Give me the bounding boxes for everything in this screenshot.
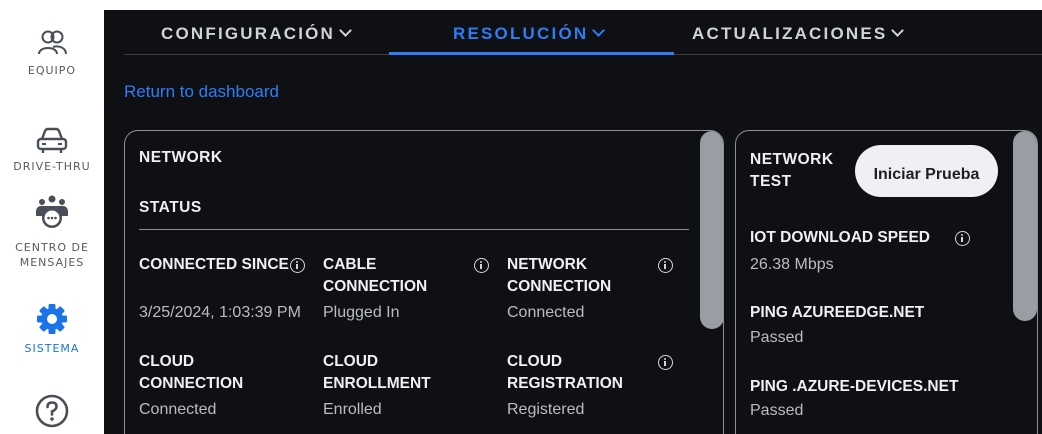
sidebar-item-label: SISTEMA [24,342,80,355]
sidebar-item-drive-thru[interactable]: DRIVE-THRU [0,126,104,174]
tab-configuracion[interactable]: CONFIGURACIÓN [161,24,352,54]
sidebar-item-label: CENTRO DE MENSAJES [15,241,89,269]
active-tab-indicator [389,52,674,55]
ping-azure-devices-label: PING .AZURE-DEVICES.NET [750,378,959,395]
tab-label: RESOLUCIÓN [453,24,589,43]
info-icon[interactable] [658,355,673,370]
team-icon [38,30,67,55]
network-test-card: NETWORK TEST Iniciar Prueba IOT DOWNLOAD… [735,130,1038,434]
return-to-dashboard-link[interactable]: Return to dashboard [124,82,279,102]
chevron-down-icon [891,24,905,37]
connected-since-label: CONNECTED SINCE [139,256,289,273]
car-icon [36,127,68,153]
main-panel: CONFIGURACIÓN RESOLUCIÓN ACTUALIZACIONES… [104,10,1042,434]
sidebar: EQUIPO DRIVE-THRU CENTRO DE MENSAJES SIS… [0,0,104,434]
help-icon [35,394,69,428]
cloud-connection-value: Connected [139,401,217,418]
sidebar-item-centro-de-mensajes[interactable]: CENTRO DE MENSAJES [0,194,104,270]
iot-download-speed-label: IOT DOWNLOAD SPEED [750,229,930,246]
tab-resolucion[interactable]: RESOLUCIÓN [453,24,606,54]
tab-label: ACTUALIZACIONES [692,24,888,43]
iot-download-speed-value: 26.38 Mbps [750,256,834,273]
connected-since-value: 3/25/2024, 1:03:39 PM [139,304,301,321]
network-test-title: NETWORK TEST [750,151,834,190]
tab-actualizaciones[interactable]: ACTUALIZACIONES [692,24,905,54]
info-icon[interactable] [290,258,305,273]
network-card-title: NETWORK [139,149,223,166]
cable-connection-label: CABLE CONNECTION [323,256,428,295]
info-icon[interactable] [955,231,970,246]
chat-group-icon [36,195,68,228]
chevron-down-icon [592,24,606,37]
sidebar-item-label: DRIVE-THRU [13,160,91,173]
ping-azure-devices-value: Passed [750,402,804,419]
tab-label: CONFIGURACIÓN [161,24,336,43]
cloud-registration-label: CLOUD REGISTRATION [507,353,623,392]
ping-azureedge-label: PING AZUREEDGE.NET [750,304,925,321]
cloud-connection-label: CLOUD CONNECTION [139,353,244,392]
sidebar-item-equipo[interactable]: EQUIPO [0,26,104,78]
info-icon[interactable] [658,258,673,273]
cable-connection-value: Plugged In [323,304,400,321]
start-test-button[interactable]: Iniciar Prueba [855,145,998,197]
status-section-title: STATUS [139,199,202,216]
sidebar-item-label: EQUIPO [27,64,77,77]
network-test-scrollbar[interactable] [1013,131,1037,321]
network-card-scrollbar[interactable] [700,131,723,329]
cloud-enrollment-value: Enrolled [323,401,382,418]
sidebar-item-sistema[interactable]: SISTEMA [0,302,104,356]
network-connection-label: NETWORK CONNECTION [507,256,612,295]
sidebar-item-help[interactable] [0,394,104,428]
info-icon[interactable] [474,258,489,273]
gear-icon [37,304,67,334]
ping-azureedge-value: Passed [750,329,804,346]
network-card: NETWORK STATUS CONNECTED SINCE 3/25/2024… [124,130,724,434]
chevron-down-icon [339,24,352,37]
network-connection-value: Connected [507,304,585,321]
top-navigation: CONFIGURACIÓN RESOLUCIÓN ACTUALIZACIONES [104,10,1042,56]
cloud-enrollment-label: CLOUD ENROLLMENT [323,353,431,392]
section-divider [139,229,689,230]
cloud-registration-value: Registered [507,401,585,418]
